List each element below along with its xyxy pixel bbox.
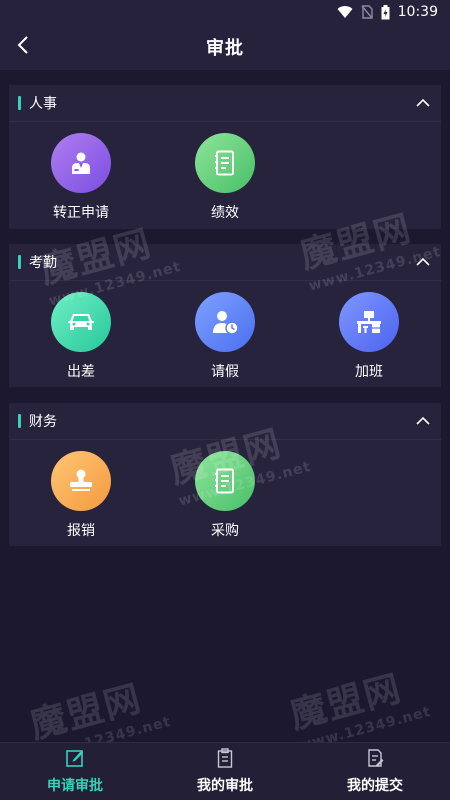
watermark: 魔盟网www.12349.net [285, 667, 433, 755]
section-accent-bar [18, 414, 21, 428]
approval-item-regularization[interactable]: 转正申请 [9, 133, 153, 222]
car-icon [51, 292, 111, 352]
tab-my-submission[interactable]: 我的提交 [300, 743, 450, 800]
chevron-up-icon[interactable] [415, 413, 431, 429]
stamp-icon [51, 451, 111, 511]
notebook-icon [195, 451, 255, 511]
tab-my-approval[interactable]: 我的审批 [150, 743, 300, 800]
chevron-left-icon [16, 35, 30, 59]
approval-item-label: 加班 [355, 364, 383, 380]
approval-item-reimbursement[interactable]: 报销 [9, 451, 153, 540]
approval-item-label: 报销 [67, 523, 95, 539]
section-attendance: 考勤 出差 请假 加班 [9, 244, 441, 387]
approval-item-business-trip[interactable]: 出差 [9, 292, 153, 381]
notebook-icon [195, 133, 255, 193]
section-header[interactable]: 人事 [9, 85, 441, 122]
edit-icon [65, 748, 85, 772]
section-title: 人事 [29, 96, 57, 112]
back-button[interactable] [8, 32, 38, 62]
document-icon [365, 748, 385, 772]
clipboard-icon [215, 748, 235, 772]
desk-icon [339, 292, 399, 352]
section-header[interactable]: 考勤 [9, 244, 441, 281]
person-clock-icon [195, 292, 255, 352]
approval-item-label: 绩效 [211, 205, 239, 221]
approval-item-label: 出差 [67, 364, 95, 380]
approval-item-overtime[interactable]: 加班 [297, 292, 441, 381]
section-title: 考勤 [29, 255, 57, 271]
section-title: 财务 [29, 414, 57, 430]
tab-apply-approval[interactable]: 申请审批 [0, 743, 150, 800]
approval-item-label: 请假 [211, 364, 239, 380]
approval-item-label: 转正申请 [53, 205, 109, 221]
chevron-up-icon[interactable] [415, 95, 431, 111]
section-header[interactable]: 财务 [9, 403, 441, 440]
section-accent-bar [18, 96, 21, 110]
status-time: 10:39 [397, 4, 438, 20]
battery-icon [381, 4, 390, 20]
section-finance: 财务 报销 采购 [9, 403, 441, 546]
person-badge-icon [51, 133, 111, 193]
section-personnel: 人事 转正申请 绩效 [9, 85, 441, 229]
bottom-tab-bar: 申请审批 我的审批 我的提交 [0, 742, 450, 800]
tab-label: 我的提交 [347, 778, 403, 794]
approval-item-purchase[interactable]: 采购 [153, 451, 297, 540]
approval-item-performance[interactable]: 绩效 [153, 133, 297, 222]
page-title: 审批 [206, 38, 244, 59]
no-sim-icon [361, 5, 373, 19]
chevron-up-icon[interactable] [415, 254, 431, 270]
status-bar: 10:39 [0, 0, 450, 24]
approval-item-leave[interactable]: 请假 [153, 292, 297, 381]
approval-item-label: 采购 [211, 523, 239, 539]
wifi-icon [337, 5, 353, 19]
tab-label: 申请审批 [47, 778, 103, 794]
tab-label: 我的审批 [197, 778, 253, 794]
section-accent-bar [18, 255, 21, 269]
nav-bar: 审批 [0, 24, 450, 70]
